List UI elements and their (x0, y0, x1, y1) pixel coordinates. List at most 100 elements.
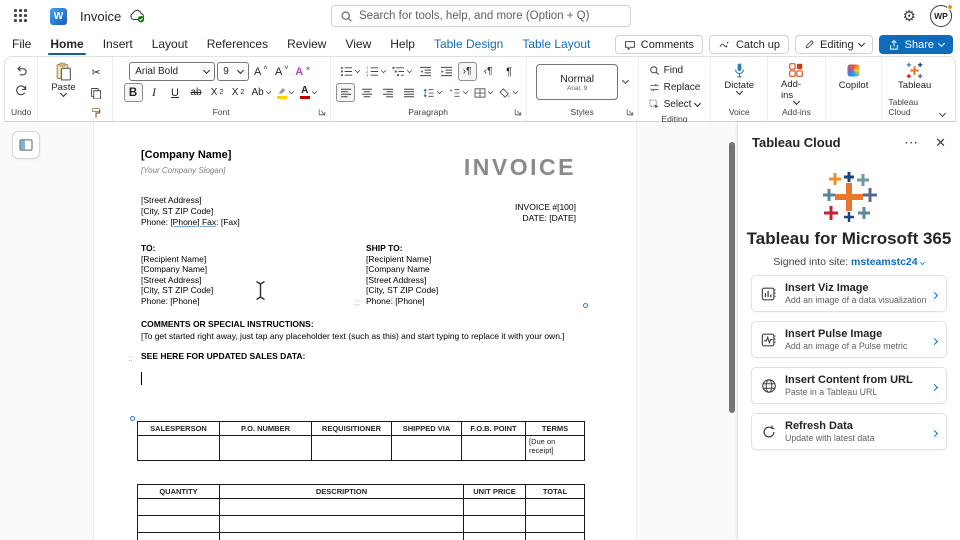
table-cell[interactable] (526, 499, 585, 516)
table-cell[interactable] (138, 436, 220, 461)
italic-button[interactable]: I (145, 83, 164, 102)
paste-button[interactable]: Paste (44, 61, 82, 122)
table-cell[interactable] (462, 436, 526, 461)
comments-body[interactable]: [To get started right away, just tap any… (141, 331, 565, 342)
numbered-list-button[interactable]: 123 (364, 62, 388, 81)
select-button[interactable]: Select (649, 97, 701, 112)
ship-city[interactable]: [City, ST ZIP Code] (366, 285, 438, 296)
font-size-combobox[interactable]: 9 (217, 62, 249, 81)
undo-button[interactable] (12, 61, 31, 80)
site-dropdown[interactable]: msteamstc24 (851, 256, 925, 268)
paragraph-spacing-button[interactable] (446, 83, 470, 102)
align-center-button[interactable] (357, 83, 376, 102)
dictate-button[interactable]: Dictate (717, 61, 761, 95)
align-left-button[interactable] (336, 83, 355, 102)
bold-button[interactable]: B (124, 83, 143, 102)
insert-content-from-url-card[interactable]: Insert Content from URL Paste in a Table… (751, 367, 947, 404)
tab-layout[interactable]: Layout (152, 32, 188, 56)
to-label[interactable]: TO: (141, 243, 155, 254)
superscript-button[interactable]: X2 (229, 83, 248, 102)
search-input[interactable] (359, 10, 622, 22)
shrink-font-button[interactable]: A˅ (272, 62, 291, 81)
tab-table-design[interactable]: Table Design (434, 32, 503, 56)
increase-indent-button[interactable] (437, 62, 456, 81)
font-dialog-launcher[interactable] (318, 108, 326, 116)
more-options-icon[interactable]: ⋯ (904, 134, 919, 151)
share-button[interactable]: Share (879, 35, 953, 54)
vertical-scrollbar[interactable] (729, 142, 735, 413)
align-right-button[interactable] (378, 83, 397, 102)
to-company[interactable]: [Company Name] (141, 264, 207, 275)
word-logo-icon[interactable]: W (50, 8, 67, 25)
tab-help[interactable]: Help (390, 32, 415, 56)
redo-button[interactable] (12, 80, 31, 99)
insert-pulse-image-card[interactable]: Insert Pulse Image Add an image of a Pul… (751, 321, 947, 358)
font-name-combobox[interactable]: Arial Bold (129, 62, 215, 81)
company-slogan-placeholder[interactable]: [Your Company Slogan] (141, 166, 226, 177)
tableau-button[interactable]: Tableau (891, 61, 938, 92)
search-bar[interactable] (331, 5, 631, 27)
subscript-button[interactable]: X2 (208, 83, 227, 102)
right-to-left-button[interactable]: ‹¶ (479, 62, 498, 81)
show-formatting-marks-button[interactable]: ¶ (500, 62, 519, 81)
table-cell[interactable] (220, 533, 464, 540)
font-color-button[interactable]: A (298, 83, 319, 102)
document-page[interactable]: [Company Name] [Your Company Slogan] INV… (93, 122, 637, 540)
to-city[interactable]: [City, ST ZIP Code] (141, 285, 213, 296)
cloud-saved-icon[interactable] (129, 9, 146, 23)
style-gallery-normal[interactable]: Normal Arial, 9 (536, 64, 618, 100)
table-cell[interactable] (464, 499, 526, 516)
decrease-indent-button[interactable] (416, 62, 435, 81)
table-cell[interactable] (312, 436, 392, 461)
insert-viz-image-card[interactable]: Insert Viz Image Add an image of a data … (751, 275, 947, 312)
grow-font-button[interactable]: A˄ (251, 62, 270, 81)
ship-company[interactable]: [Company Name (366, 264, 430, 275)
refresh-data-card[interactable]: Refresh Data Update with latest data (751, 413, 947, 450)
tab-table-layout[interactable]: Table Layout (522, 32, 590, 56)
close-panel-icon[interactable]: ✕ (935, 135, 946, 151)
editing-mode-dropdown[interactable]: Editing (795, 35, 873, 54)
sales-data-heading[interactable]: SEE HERE FOR UPDATED SALES DATA: (141, 351, 305, 362)
add-ins-button[interactable]: Add-ins (774, 61, 819, 105)
replace-button[interactable]: Replace (649, 80, 701, 95)
phone-fax-line[interactable]: Phone: [Phone] Fax: [Fax] (141, 217, 240, 228)
settings-gear-icon[interactable]: ⚙ (903, 9, 916, 24)
table-cell[interactable] (526, 533, 585, 540)
document-title[interactable]: Invoice (80, 9, 121, 24)
table-cell[interactable] (220, 499, 464, 516)
comments-button[interactable]: Comments (615, 35, 703, 54)
styles-dialog-launcher[interactable] (626, 108, 634, 116)
table-cell[interactable] (138, 533, 220, 540)
table-cell[interactable] (220, 516, 464, 533)
ship-phone[interactable]: Phone: [Phone] (366, 296, 425, 307)
city-state-zip[interactable]: [City, ST ZIP Code] (141, 206, 213, 217)
app-launcher-icon[interactable] (10, 5, 32, 27)
text-effects-button[interactable]: A✶ (293, 62, 313, 81)
comments-heading[interactable]: COMMENTS OR SPECIAL INSTRUCTIONS: (141, 319, 314, 330)
table-cell[interactable] (464, 533, 526, 540)
paragraph-dialog-launcher[interactable] (514, 108, 522, 116)
format-painter-button[interactable] (87, 103, 106, 122)
cut-button[interactable]: ✂ (87, 63, 106, 82)
table-cell[interactable] (138, 516, 220, 533)
account-avatar[interactable]: WP (930, 5, 952, 27)
to-recipient[interactable]: [Recipient Name] (141, 254, 206, 265)
find-button[interactable]: Find (649, 63, 683, 78)
clear-formatting-button[interactable]: Ab (250, 83, 273, 102)
table-cell[interactable] (526, 516, 585, 533)
left-to-right-button[interactable]: ›¶ (458, 62, 477, 81)
ship-recipient[interactable]: [Recipient Name] (366, 254, 431, 265)
invoice-number[interactable]: INVOICE #[100] (515, 202, 576, 213)
tab-view[interactable]: View (345, 32, 371, 56)
style-gallery-expand-icon[interactable] (622, 77, 629, 84)
ship-to-label[interactable]: SHIP TO: (366, 243, 403, 254)
tab-references[interactable]: References (207, 32, 268, 56)
table-cell[interactable] (138, 499, 220, 516)
copilot-button[interactable]: Copilot (832, 61, 876, 92)
tab-insert[interactable]: Insert (103, 32, 133, 56)
to-phone[interactable]: Phone: [Phone] (141, 296, 200, 307)
company-name-placeholder[interactable]: [Company Name] (141, 150, 231, 161)
tab-home[interactable]: Home (50, 32, 83, 56)
line-spacing-button[interactable] (420, 83, 444, 102)
shading-button[interactable] (497, 83, 520, 102)
